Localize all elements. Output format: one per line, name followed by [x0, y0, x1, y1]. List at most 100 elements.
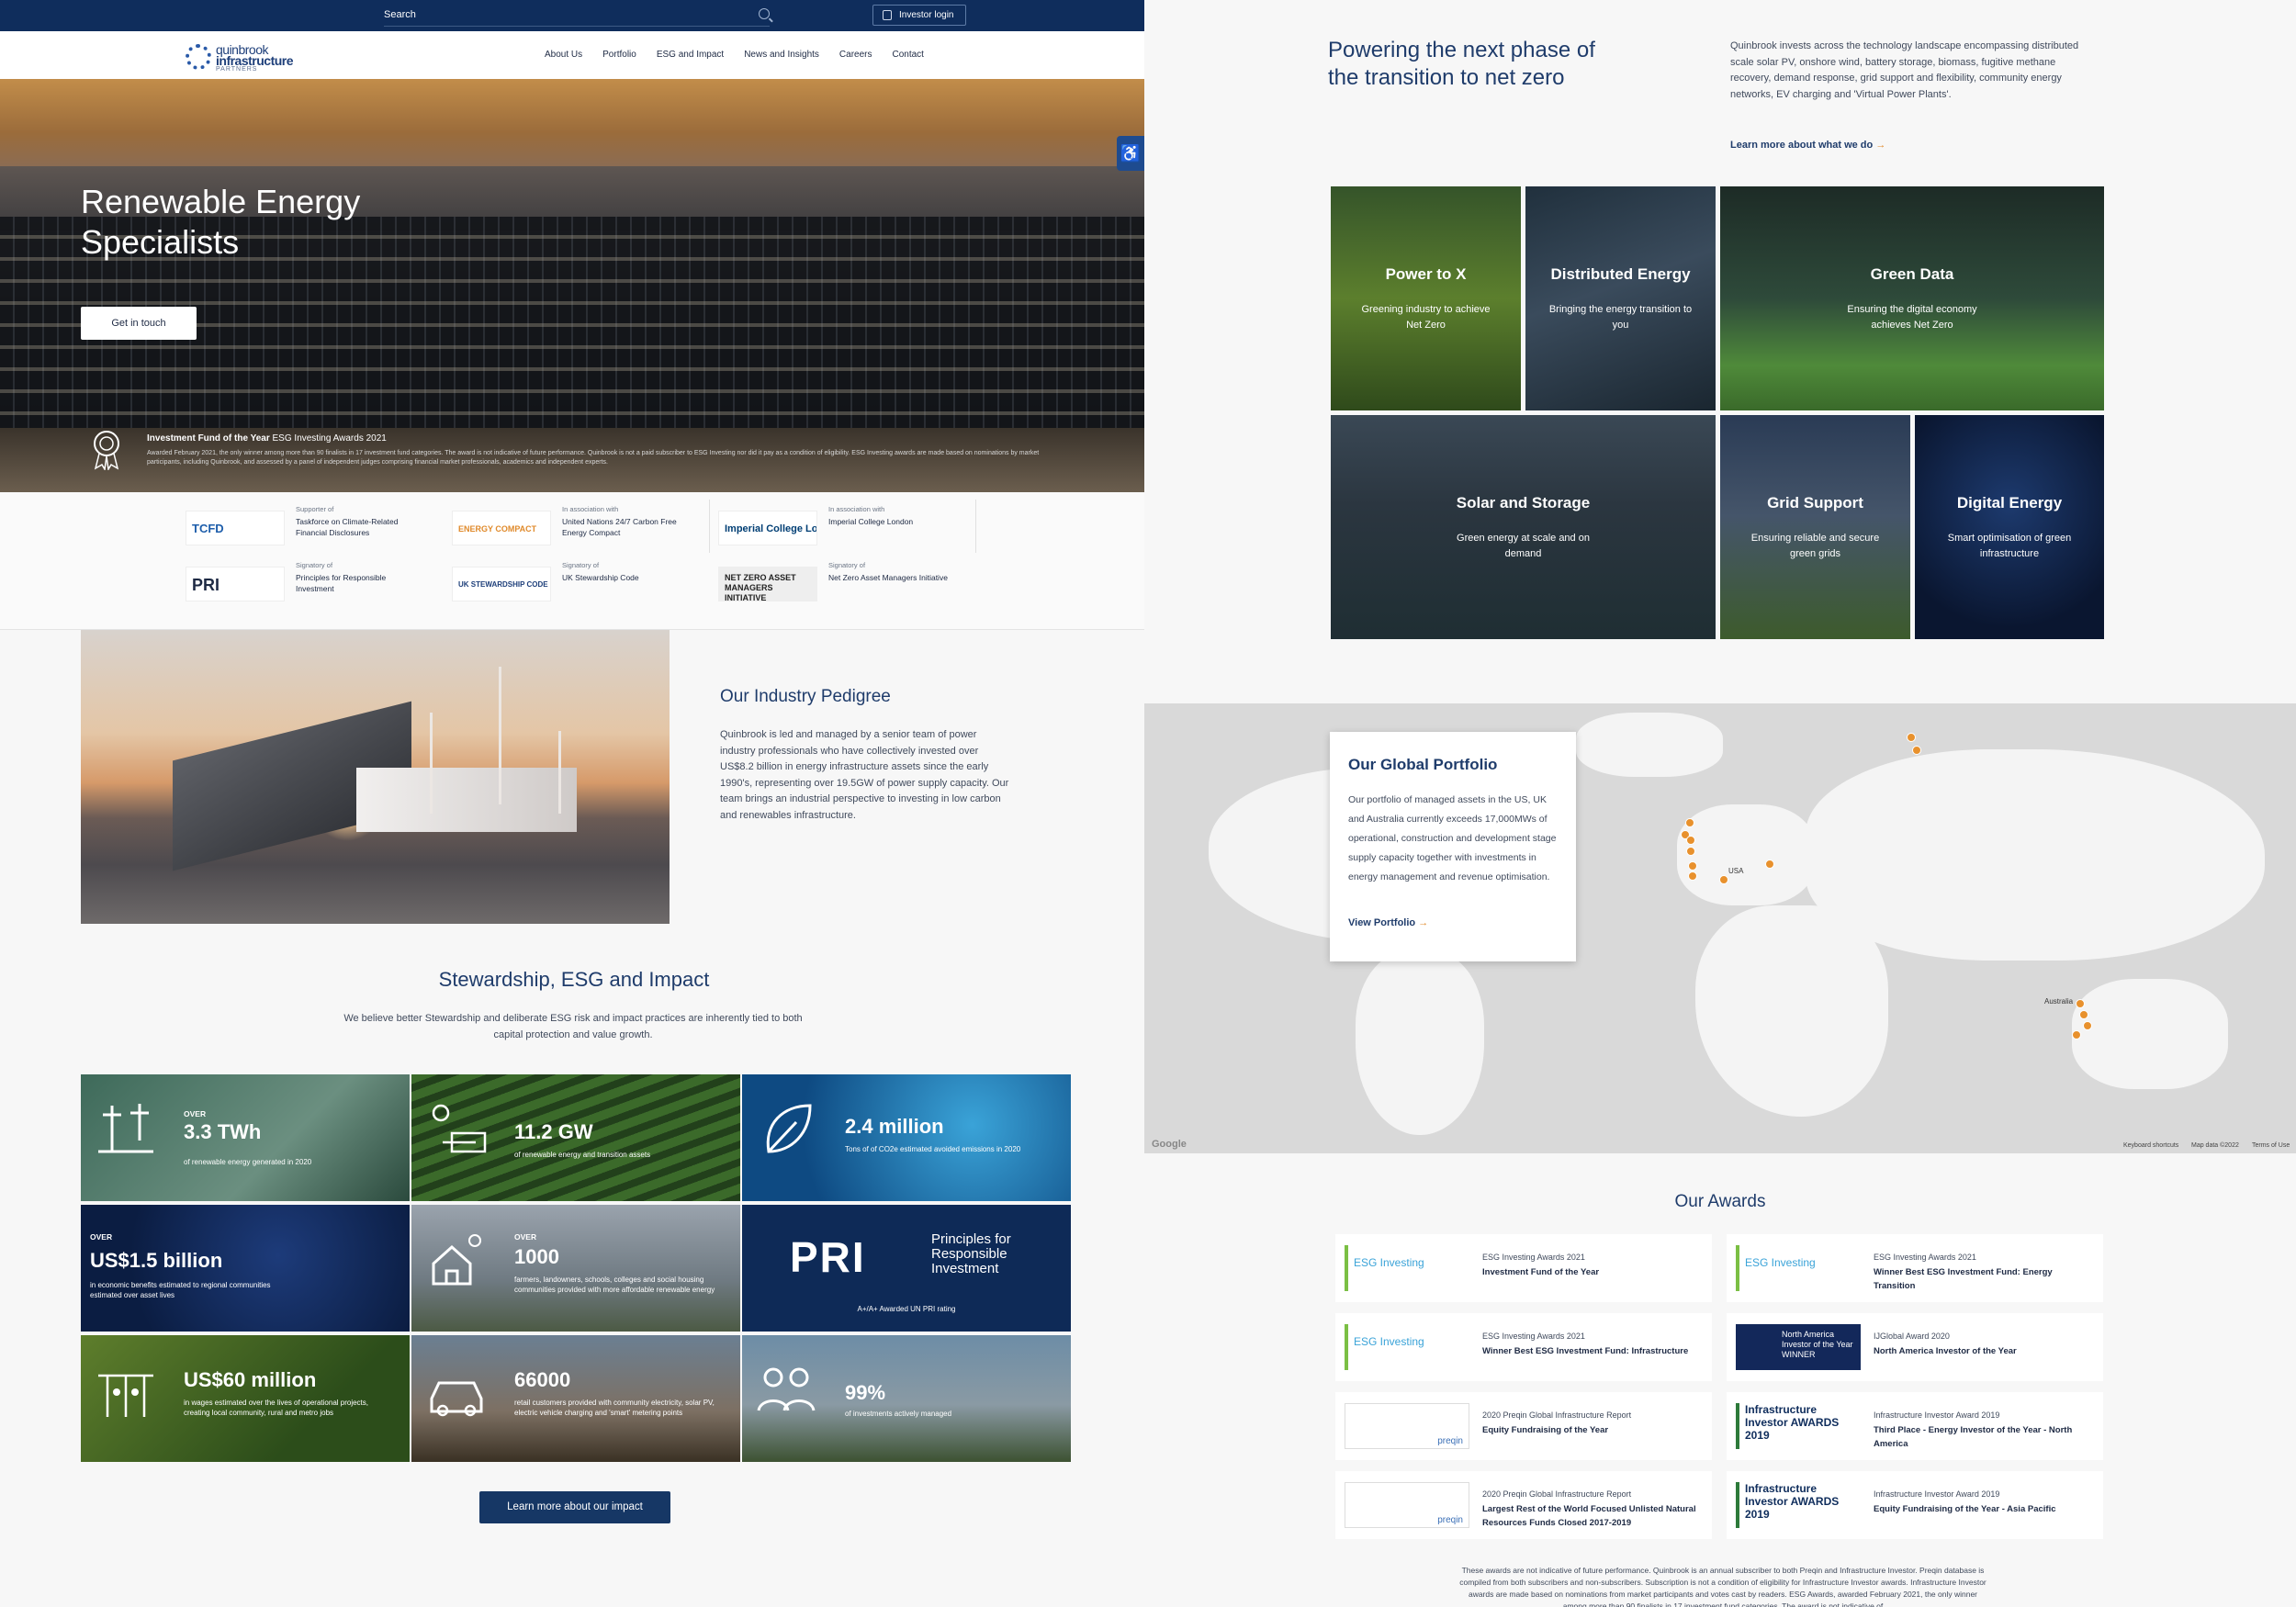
- arrow-right-icon: →: [1418, 917, 1429, 928]
- map-marker-us[interactable]: [1688, 871, 1697, 881]
- signatory-uk-stewardship[interactable]: UK STEWARDSHIP CODE 2021 Signatory of UK…: [452, 561, 709, 607]
- sector-tile-distributed-energy[interactable]: Distributed Energy Bringing the energy t…: [1525, 186, 1716, 410]
- sector-title: Digital Energy: [1956, 494, 2063, 511]
- impact-tile-co2: 2.4 million Tons of of CO2e estimated av…: [742, 1074, 1071, 1201]
- supporter-kind: In association with: [562, 505, 619, 513]
- tile-over: OVER: [514, 1232, 537, 1242]
- investor-login-button[interactable]: Investor login: [872, 5, 966, 26]
- africa: [1695, 905, 1888, 1117]
- map-marker-uk[interactable]: [1907, 733, 1916, 742]
- impact-tile-wages: US$60 million in wages estimated over th…: [81, 1335, 410, 1462]
- signatory-pri[interactable]: PRI Signatory of Principles for Responsi…: [186, 561, 443, 607]
- impact-tile-economic: OVER US$1.5 billion in economic benefits…: [81, 1205, 410, 1332]
- south-america: [1356, 951, 1484, 1135]
- tile-caption: of renewable energy and transition asset…: [514, 1151, 651, 1159]
- hero-award-rest: ESG Investing Awards 2021: [269, 433, 387, 444]
- nav-contact[interactable]: Contact: [893, 50, 924, 60]
- map-marker-au[interactable]: [2072, 1030, 2081, 1039]
- main-navbar: quinbrook infrastructure PARTNERS About …: [0, 31, 1144, 79]
- pedigree-text: Quinbrook is led and managed by a senior…: [720, 729, 1009, 821]
- impact-tile-twh: OVER 3.3 TWh of renewable energy generat…: [81, 1074, 410, 1201]
- map-marker-uk[interactable]: [1912, 746, 1921, 755]
- wind-turbine: [558, 731, 561, 814]
- accessibility-icon[interactable]: ♿: [1117, 136, 1144, 171]
- arrow-right-icon: →: [1875, 140, 1886, 151]
- nav-esg-impact[interactable]: ESG and Impact: [657, 50, 724, 60]
- sector-subtitle: Ensuring the digital economy achieves Ne…: [1847, 304, 1977, 331]
- portfolio-info-card: Our Global Portfolio Our portfolio of ma…: [1330, 732, 1576, 961]
- award-name: Third Place - Energy Investor of the Yea…: [1874, 1425, 2073, 1449]
- tile-caption: A+/A+ Awarded UN PRI rating: [857, 1305, 956, 1313]
- map-marker-uk[interactable]: [1686, 847, 1695, 856]
- supporter-kind: Supporter of: [296, 505, 334, 513]
- map-marker-au[interactable]: [2083, 1021, 2092, 1030]
- map-marker-uk[interactable]: [1685, 818, 1694, 827]
- map-marker-au[interactable]: [2079, 1010, 2088, 1019]
- greenland: [1576, 713, 1723, 777]
- tile-caption: Tons of of CO2e estimated avoided emissi…: [845, 1145, 1021, 1153]
- esg-investing-logo: ESG Investing: [1736, 1245, 1861, 1291]
- stewardship-text: We believe better Stewardship and delibe…: [343, 1013, 803, 1040]
- nav-careers[interactable]: Careers: [839, 50, 872, 60]
- tile-value: 1000: [514, 1245, 559, 1268]
- tile-value: 3.3 TWh: [184, 1120, 262, 1143]
- award-source: Infrastructure Investor Award 2019: [1874, 1410, 2000, 1420]
- quinbrook-logo[interactable]: quinbrook infrastructure PARTNERS: [186, 42, 314, 73]
- award-card: Infrastructure Investor AWARDS 2019 Infr…: [1727, 1392, 2103, 1460]
- preqin-logo: preqin: [1345, 1482, 1469, 1528]
- supporter-kind: Signatory of: [562, 561, 600, 569]
- infrastructure-investor-logo: Infrastructure Investor AWARDS 2019: [1736, 1482, 1861, 1528]
- map-marker-au[interactable]: [2076, 999, 2085, 1008]
- pedigree-title: Our Industry Pedigree: [720, 687, 891, 706]
- get-in-touch-button[interactable]: Get in touch: [81, 307, 197, 340]
- sector-tile-solar-storage[interactable]: Solar and Storage Green energy at scale …: [1331, 415, 1716, 639]
- people-group-icon: [757, 1367, 816, 1411]
- map-marker-us[interactable]: [1688, 861, 1697, 871]
- search-icon[interactable]: [759, 8, 770, 19]
- view-portfolio-link[interactable]: View Portfolio →: [1348, 917, 1428, 928]
- hero-award-description: Awarded February 2021, the only winner a…: [147, 450, 1040, 466]
- sector-title: Solar and Storage: [1456, 494, 1591, 511]
- award-source: ESG Investing Awards 2021: [1874, 1253, 1976, 1262]
- sector-tile-digital-energy[interactable]: Digital Energy Smart optimisation of gre…: [1915, 415, 2104, 639]
- nav-about-us[interactable]: About Us: [545, 50, 582, 60]
- leaf-icon: [766, 1104, 812, 1153]
- hero-banner: Renewable Energy Specialists Get in touc…: [0, 79, 1144, 492]
- sector-subtitle: Bringing the energy transition to you: [1548, 304, 1693, 331]
- award-name: Equity Fundraising of the Year - Asia Pa…: [1874, 1504, 2056, 1514]
- learn-more-what-we-do-link[interactable]: Learn more about what we do →: [1730, 140, 1885, 151]
- uk-stewardship-logo: UK STEWARDSHIP CODE 2021: [452, 567, 551, 601]
- map-keyboard-shortcuts[interactable]: Keyboard shortcuts: [2123, 1142, 2178, 1149]
- supporter-kind: In association with: [828, 505, 885, 513]
- nav-portfolio[interactable]: Portfolio: [602, 50, 636, 60]
- award-ribbon-icon: [94, 431, 119, 470]
- map-marker-us[interactable]: [1765, 860, 1774, 869]
- hero-award-title: Investment Fund of the Year ESG Investin…: [147, 433, 387, 444]
- nav-news-insights[interactable]: News and Insights: [744, 50, 819, 60]
- map-terms-link[interactable]: Terms of Use: [2252, 1142, 2290, 1149]
- net-zero-logo: NET ZERO ASSET MANAGERS INITIATIVE: [718, 567, 817, 601]
- search-input[interactable]: Search: [384, 9, 416, 20]
- supporter-name: Net Zero Asset Managers Initiative: [828, 573, 948, 582]
- supporter-name: Imperial College London: [828, 517, 914, 526]
- supporter-un-energy-compact[interactable]: ENERGY COMPACT In association with Unite…: [452, 505, 709, 551]
- map-marker-uk[interactable]: [1686, 836, 1695, 845]
- tile-caption: in economic benefits estimated to region…: [90, 1281, 271, 1299]
- map-marker-us[interactable]: [1719, 875, 1728, 884]
- infrastructure-investor-logo: Infrastructure Investor AWARDS 2019: [1736, 1403, 1861, 1449]
- award-card: ESG Investing ESG Investing Awards 2021 …: [1335, 1313, 1712, 1381]
- portfolio-map[interactable]: USA Australia Google Keyboard shortcuts …: [1144, 703, 2296, 1153]
- supporter-divider: [709, 500, 710, 553]
- sector-tile-green-data[interactable]: Green Data Ensuring the digital economy …: [1720, 186, 2104, 410]
- google-logo: Google: [1152, 1139, 1187, 1150]
- award-card: preqin 2020 Preqin Global Infrastructure…: [1335, 1471, 1712, 1539]
- signatory-net-zero[interactable]: NET ZERO ASSET MANAGERS INITIATIVE Signa…: [718, 561, 975, 607]
- learn-more-impact-button[interactable]: Learn more about our impact: [479, 1491, 670, 1523]
- sector-tile-grid-support[interactable]: Grid Support Ensuring reliable and secur…: [1720, 415, 1910, 639]
- supporter-imperial-college[interactable]: Imperial College London In association w…: [718, 505, 975, 551]
- supporter-tcfd[interactable]: TCFD Supporter of Taskforce on Climate-R…: [186, 505, 443, 551]
- tile-caption: retail customers provided with community…: [514, 1399, 715, 1417]
- sector-tile-power-to-x[interactable]: Power to X Greening industry to achieve …: [1331, 186, 1521, 410]
- map-label-australia: Australia: [2044, 997, 2074, 1006]
- workers-icon: [98, 1374, 153, 1417]
